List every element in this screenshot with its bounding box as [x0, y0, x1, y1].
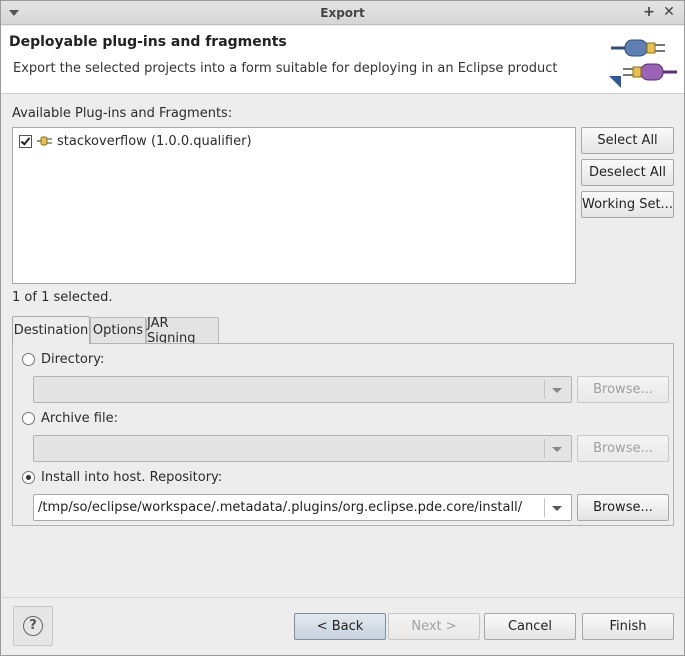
archive-file-label: Archive file:	[41, 411, 118, 426]
question-mark-icon: ?	[23, 616, 43, 636]
chevron-down-icon[interactable]	[552, 506, 562, 511]
finish-button[interactable]: Finish	[582, 613, 674, 640]
next-button: Next >	[388, 613, 480, 640]
plugins-list[interactable]: stackoverflow (1.0.0.qualifier)	[12, 127, 576, 284]
destination-panel: Directory: Browse... Archive file: Brows…	[12, 343, 674, 526]
chevron-down-icon	[552, 388, 562, 393]
archive-file-combo	[33, 435, 572, 462]
repository-browse-button[interactable]: Browse...	[577, 494, 669, 521]
title-bar: Export + ✕	[1, 1, 684, 25]
plugin-icon	[37, 136, 52, 146]
archive-file-radio[interactable]	[22, 412, 35, 425]
back-button[interactable]: < Back	[294, 613, 386, 640]
cancel-button[interactable]: Cancel	[484, 613, 576, 640]
help-button[interactable]: ?	[13, 606, 53, 646]
plugin-export-wizard-icon	[609, 39, 677, 88]
directory-radio[interactable]	[22, 353, 35, 366]
working-set-button[interactable]: Working Set...	[581, 191, 674, 218]
plugin-label: stackoverflow (1.0.0.qualifier)	[57, 133, 252, 149]
tab-destination[interactable]: Destination	[12, 316, 90, 344]
wizard-header: Deployable plug-ins and fragments Export…	[1, 26, 684, 94]
footer-separator	[1, 597, 684, 598]
available-plugins-label: Available Plug-ins and Fragments:	[12, 106, 233, 121]
export-dialog: Export + ✕ Deployable plug-ins and fragm…	[0, 0, 685, 656]
select-all-button[interactable]: Select All	[581, 127, 674, 154]
window-title: Export	[320, 6, 365, 20]
directory-browse-button: Browse...	[577, 376, 669, 403]
selection-status: 1 of 1 selected.	[12, 290, 113, 305]
install-repository-radio[interactable]	[22, 471, 35, 484]
combo-separator	[544, 498, 545, 517]
radio-selected-dot	[26, 475, 31, 480]
list-item[interactable]: stackoverflow (1.0.0.qualifier)	[19, 132, 252, 150]
chevron-down-icon	[552, 447, 562, 452]
close-icon[interactable]: ✕	[661, 4, 677, 20]
repository-combo[interactable]: /tmp/so/eclipse/workspace/.metadata/.plu…	[33, 494, 572, 521]
archive-browse-button: Browse...	[577, 435, 669, 462]
page-description: Export the selected projects into a form…	[13, 61, 558, 76]
tab-jar-signing[interactable]: JAR Signing	[146, 316, 219, 346]
deselect-all-button[interactable]: Deselect All	[581, 159, 674, 186]
tab-options[interactable]: Options	[90, 317, 146, 343]
plugin-checkbox[interactable]	[19, 134, 32, 148]
repository-path[interactable]: /tmp/so/eclipse/workspace/.metadata/.plu…	[38, 500, 522, 515]
page-title: Deployable plug-ins and fragments	[9, 34, 287, 50]
install-repository-label: Install into host. Repository:	[41, 470, 223, 485]
maximize-icon[interactable]: +	[641, 4, 657, 20]
directory-label: Directory:	[41, 352, 105, 367]
directory-combo	[33, 376, 572, 403]
combo-separator	[544, 439, 545, 458]
combo-separator	[544, 380, 545, 399]
checkmark-icon	[20, 134, 31, 146]
